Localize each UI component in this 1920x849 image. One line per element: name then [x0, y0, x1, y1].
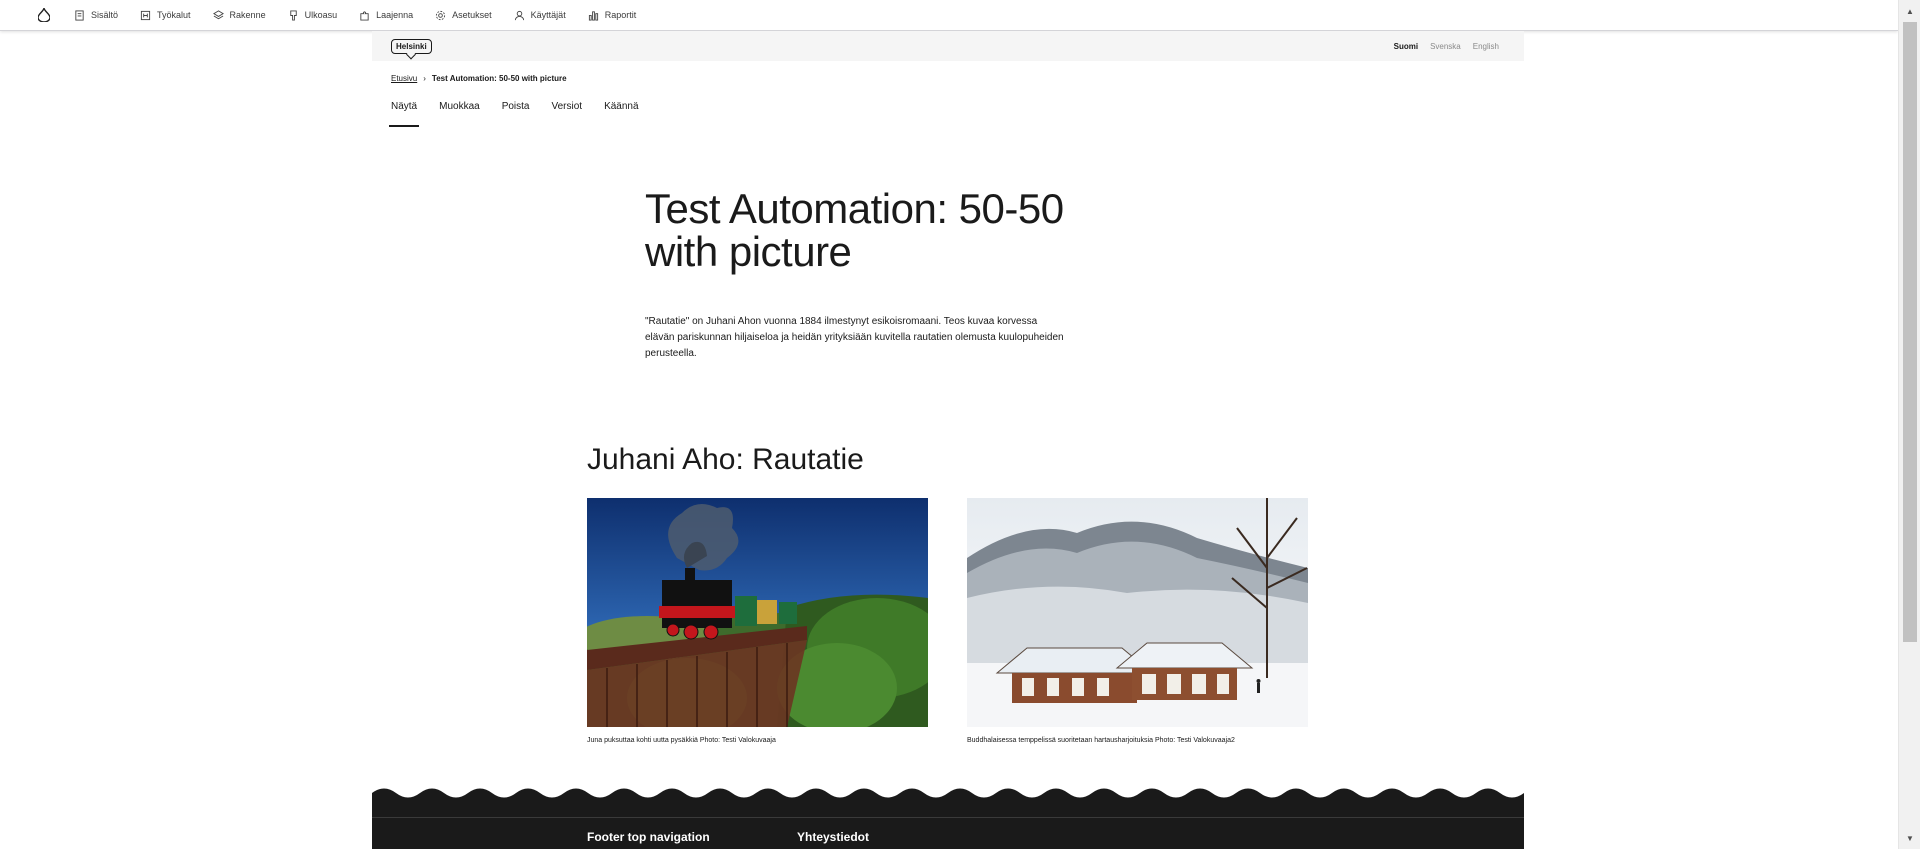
footer-body: Footer top navigation Yhteystiedot	[372, 800, 1524, 849]
footer-wave	[372, 788, 1524, 800]
toolbar-item-structure[interactable]: Rakenne	[205, 0, 274, 31]
footer-contact-heading: Yhteystiedot	[797, 830, 870, 844]
language-link-svenska[interactable]: Svenska	[1430, 42, 1461, 51]
toolbar-item-label: Laajenna	[376, 10, 414, 20]
hero-lead-text: "Rautatie" on Juhani Ahon vuonna 1884 il…	[645, 316, 1064, 359]
tab-edit[interactable]: Muokkaa	[439, 101, 480, 127]
toolbar-item-label: Sisältö	[91, 10, 119, 20]
scroll-up-arrow-icon[interactable]: ▲	[1899, 2, 1920, 20]
chart-icon	[588, 10, 598, 21]
gear-icon	[436, 10, 446, 20]
user-icon	[514, 10, 524, 20]
toolbar-item-label: Asetukset	[452, 10, 492, 20]
local-tasks-tabs: Näytä Muokkaa Poista Versiot Käännä	[388, 101, 639, 129]
toolbar-item-content[interactable]: Sisältö	[66, 0, 126, 31]
admin-toolbar: Sisältö Työkalut Rakenne Ulkoasu Laajenn…	[0, 0, 1898, 31]
train-image	[587, 498, 928, 727]
helsinki-logo[interactable]: Helsinki	[391, 38, 432, 54]
figure-train: Juna puksuttaa kohti uutta pysäkkiä Phot…	[587, 498, 928, 744]
toolbar-item-label: Raportit	[604, 10, 637, 20]
temple-image	[967, 498, 1308, 727]
vertical-scrollbar[interactable]: ▲ ▼	[1898, 0, 1920, 849]
toolbar-item-label: Rakenne	[229, 10, 266, 20]
scrollbar-thumb[interactable]	[1903, 22, 1917, 642]
breadcrumb: Etusivu › Test Automation: 50-50 with pi…	[391, 74, 567, 83]
language-link-suomi[interactable]: Suomi	[1394, 42, 1418, 51]
tab-translate[interactable]: Käännä	[604, 101, 638, 127]
site-footer: Footer top navigation Yhteystiedot	[372, 786, 1524, 849]
footer-nav-heading: Footer top navigation	[587, 830, 710, 844]
tools-icon	[140, 10, 151, 20]
page-title: Test Automation: 50-50 with picture	[645, 185, 1064, 275]
breadcrumb-current: Test Automation: 50-50 with picture	[431, 74, 567, 83]
toolbar-item-reports[interactable]: Raportit	[580, 0, 645, 31]
language-switcher: Suomi Svenska English	[1394, 42, 1499, 51]
toolbar-item-label: Ulkoasu	[304, 10, 338, 20]
toolbar-item-extend[interactable]: Laajenna	[351, 0, 421, 31]
toolbar-item-appearance[interactable]: Ulkoasu	[280, 0, 346, 31]
figure-caption: Buddhalaisessa temppelissä suoritetaan h…	[967, 737, 1235, 744]
brush-icon	[289, 9, 297, 21]
tab-view[interactable]: Näytä	[388, 101, 420, 127]
file-icon	[75, 9, 84, 21]
layers-icon	[212, 9, 224, 19]
footer-divider	[372, 817, 1524, 818]
puzzle-icon	[360, 11, 369, 21]
language-link-english[interactable]: English	[1473, 42, 1499, 51]
toolbar-item-users[interactable]: Käyttäjät	[506, 0, 574, 31]
toolbar-item-label: Työkalut	[157, 10, 191, 20]
toolbar-item-settings[interactable]: Asetukset	[427, 0, 500, 31]
tab-revisions[interactable]: Versiot	[552, 101, 583, 127]
drupal-logo-icon[interactable]	[32, 3, 56, 27]
scroll-down-arrow-icon[interactable]: ▼	[1899, 829, 1920, 847]
breadcrumb-home-link[interactable]: Etusivu	[391, 74, 417, 83]
toolbar-item-label: Käyttäjät	[530, 10, 566, 20]
breadcrumb-separator: ›	[423, 74, 426, 83]
figure-temple: Buddhalaisessa temppelissä suoritetaan h…	[967, 498, 1308, 744]
toolbar-item-tools[interactable]: Työkalut	[132, 0, 199, 31]
figure-caption: Juna puksuttaa kohti uutta pysäkkiä Phot…	[587, 737, 776, 744]
site-header: Helsinki Suomi Svenska English	[372, 31, 1524, 61]
page-container: Helsinki Suomi Svenska English Etusivu ›…	[372, 31, 1524, 849]
tab-delete[interactable]: Poista	[502, 101, 530, 127]
section-heading: Juhani Aho: Rautatie	[587, 443, 864, 476]
